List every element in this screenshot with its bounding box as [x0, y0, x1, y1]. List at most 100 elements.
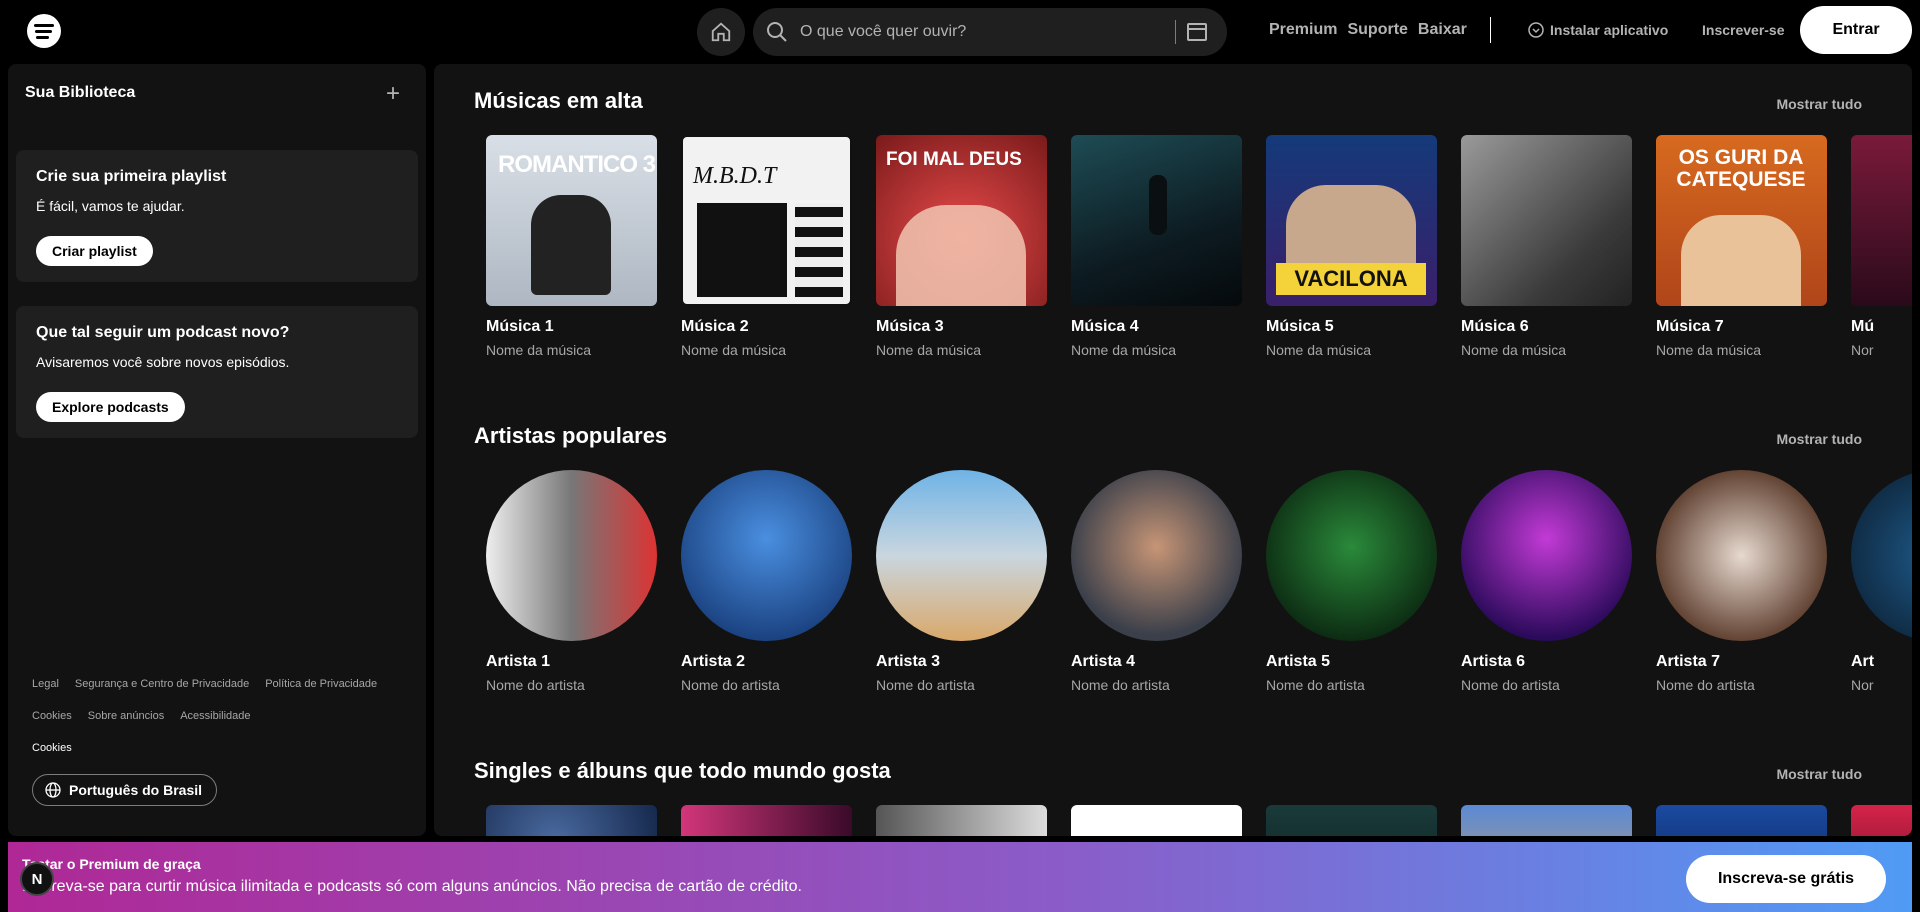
top-bar: Premium Suporte Baixar Instalar aplicati…	[0, 0, 1920, 62]
podcast-card: Que tal seguir um podcast novo? Avisarem…	[16, 306, 418, 438]
search-divider	[1175, 20, 1176, 44]
footer-link-legal[interactable]: Legal	[32, 678, 59, 690]
artist-title: Artista 1	[486, 653, 551, 670]
artists-row: Artista 1 Nome do artista Artista 2 Nome…	[486, 470, 1912, 693]
album-cover: VACILONA	[1266, 135, 1437, 306]
album-cover[interactable]	[681, 805, 852, 836]
spotify-logo-icon[interactable]	[27, 14, 61, 48]
artists-section-title[interactable]: Artistas populares	[474, 423, 667, 449]
artist-subtitle: Nome do artista	[876, 677, 975, 693]
album-figures	[1681, 215, 1801, 306]
artist-subtitle: Nome do artista	[681, 677, 780, 693]
support-link[interactable]: Suporte	[1347, 21, 1407, 39]
album-cover-text: FOI MAL DEUS	[886, 149, 1022, 170]
artist-card[interactable]: Artista 1 Nome do artista	[486, 470, 657, 693]
install-app-label: Instalar aplicativo	[1550, 22, 1669, 38]
signup-free-button[interactable]: Inscreva-se grátis	[1686, 855, 1886, 903]
track-subtitle: Nome da música	[681, 342, 787, 358]
footer-link-cookies-settings[interactable]: Cookies	[32, 742, 72, 754]
track-title: Música 4	[1071, 318, 1139, 335]
album-cover[interactable]	[876, 805, 1047, 836]
browse-icon[interactable]	[1185, 20, 1209, 44]
artist-photo	[1266, 470, 1437, 641]
album-cover[interactable]	[486, 805, 657, 836]
artist-card[interactable]: Artista 6 Nome do artista	[1461, 470, 1632, 693]
singles-row	[486, 805, 1912, 836]
track-card[interactable]: FOI MAL DEUS Música 3 Nome da música	[876, 135, 1047, 358]
footer-link-privacy-policy[interactable]: Política de Privacidade	[265, 678, 377, 690]
premium-link[interactable]: Premium	[1269, 21, 1337, 39]
install-app-link[interactable]: Instalar aplicativo	[1528, 22, 1668, 38]
album-figures	[531, 195, 611, 295]
track-subtitle: Nome da música	[1656, 342, 1762, 358]
track-card[interactable]: ROMANTICO 3 Música 1 Nome da música	[486, 135, 657, 358]
singles-show-all[interactable]: Mostrar tudo	[1776, 766, 1862, 782]
create-playlist-title: Crie sua primeira playlist	[36, 168, 227, 185]
banner-text: Inscreva-se para curtir música ilimitada…	[22, 878, 802, 895]
track-subtitle: Nome da música	[486, 342, 592, 358]
create-playlist-text: É fácil, vamos te ajudar.	[36, 198, 185, 214]
artist-photo	[486, 470, 657, 641]
signup-link[interactable]: Inscrever-se	[1702, 22, 1785, 38]
artist-card[interactable]: Artista 3 Nome do artista	[876, 470, 1047, 693]
artist-title: Artista 6	[1461, 653, 1526, 670]
track-title: Música 7	[1656, 318, 1724, 335]
album-cover[interactable]	[1656, 805, 1827, 836]
search-input[interactable]	[800, 8, 1150, 56]
album-cover[interactable]	[1461, 805, 1632, 836]
artist-subtitle: Nome do artista	[486, 677, 585, 693]
artist-card[interactable]: Artista 7 Nome do artista	[1656, 470, 1827, 693]
track-subtitle: Nome da música	[1071, 342, 1177, 358]
album-cover[interactable]	[1266, 805, 1437, 836]
footer-link-privacy-center[interactable]: Segurança e Centro de Privacidade	[75, 678, 249, 690]
album-cover	[1071, 135, 1242, 306]
create-playlist-button[interactable]: Criar playlist	[36, 236, 153, 266]
track-card[interactable]: Mú Nor	[1851, 135, 1912, 358]
track-card[interactable]: M.B.D.T Música 2 Nome da música	[681, 135, 852, 358]
album-graphic	[795, 203, 843, 297]
artist-subtitle: Nome do artista	[1656, 677, 1755, 693]
artist-card[interactable]: Art Nor	[1851, 470, 1912, 693]
track-card[interactable]: Música 4 Nome da música	[1071, 135, 1242, 358]
footer-link-accessibility[interactable]: Acessibilidade	[180, 710, 250, 722]
track-title: Música 6	[1461, 318, 1529, 335]
track-card[interactable]: Música 6 Nome da música	[1461, 135, 1632, 358]
album-cover[interactable]	[1851, 805, 1912, 836]
album-cover: OS GURI DA CATEQUESE	[1656, 135, 1827, 306]
singles-section-title[interactable]: Singles e álbuns que todo mundo gosta	[474, 758, 891, 784]
premium-banner[interactable]: Testar o Premium de graça Inscreva-se pa…	[8, 842, 1912, 912]
track-title: Música 2	[681, 318, 749, 335]
trending-section-title[interactable]: Músicas em alta	[474, 88, 643, 114]
trending-row: ROMANTICO 3 Música 1 Nome da música M.B.…	[486, 135, 1912, 358]
album-cover: M.B.D.T	[681, 135, 852, 306]
create-playlist-card: Crie sua primeira playlist É fácil, vamo…	[16, 150, 418, 282]
album-cover-text: OS GURI DA CATEQUESE	[1676, 146, 1806, 191]
track-title: Mú	[1851, 318, 1875, 335]
top-nav-links: Premium Suporte Baixar	[1269, 21, 1467, 39]
library-title[interactable]: Sua Biblioteca	[25, 84, 135, 102]
artist-card[interactable]: Artista 5 Nome do artista	[1266, 470, 1437, 693]
album-cover[interactable]	[1071, 805, 1242, 836]
artist-subtitle: Nome do artista	[1071, 677, 1170, 693]
album-cover: ROMANTICO 3	[486, 135, 657, 306]
main-content: Músicas em alta Mostrar tudo ROMANTICO 3…	[434, 64, 1912, 836]
footer-link-cookies[interactable]: Cookies	[32, 710, 72, 722]
track-card[interactable]: OS GURI DA CATEQUESE Música 7 Nome da mú…	[1656, 135, 1827, 358]
footer-link-ads[interactable]: Sobre anúncios	[88, 710, 164, 722]
track-card[interactable]: VACILONA Música 5 Nome da música	[1266, 135, 1437, 358]
artist-card[interactable]: Artista 4 Nome do artista	[1071, 470, 1242, 693]
podcast-card-text: Avisaremos você sobre novos episódios.	[36, 354, 290, 370]
explore-podcasts-button[interactable]: Explore podcasts	[36, 392, 185, 422]
library-sidebar: Sua Biblioteca + Crie sua primeira playl…	[8, 64, 426, 836]
album-figures	[896, 205, 1026, 306]
artists-show-all[interactable]: Mostrar tudo	[1776, 431, 1862, 447]
n-badge-icon[interactable]: N	[20, 862, 54, 896]
artist-card[interactable]: Artista 2 Nome do artista	[681, 470, 852, 693]
plus-icon[interactable]: +	[386, 82, 400, 106]
language-button[interactable]: Português do Brasil	[32, 774, 218, 806]
home-button[interactable]	[697, 8, 745, 56]
login-button[interactable]: Entrar	[1800, 6, 1912, 54]
search-icon[interactable]	[765, 20, 789, 44]
download-link[interactable]: Baixar	[1418, 21, 1467, 39]
trending-show-all[interactable]: Mostrar tudo	[1776, 96, 1862, 112]
